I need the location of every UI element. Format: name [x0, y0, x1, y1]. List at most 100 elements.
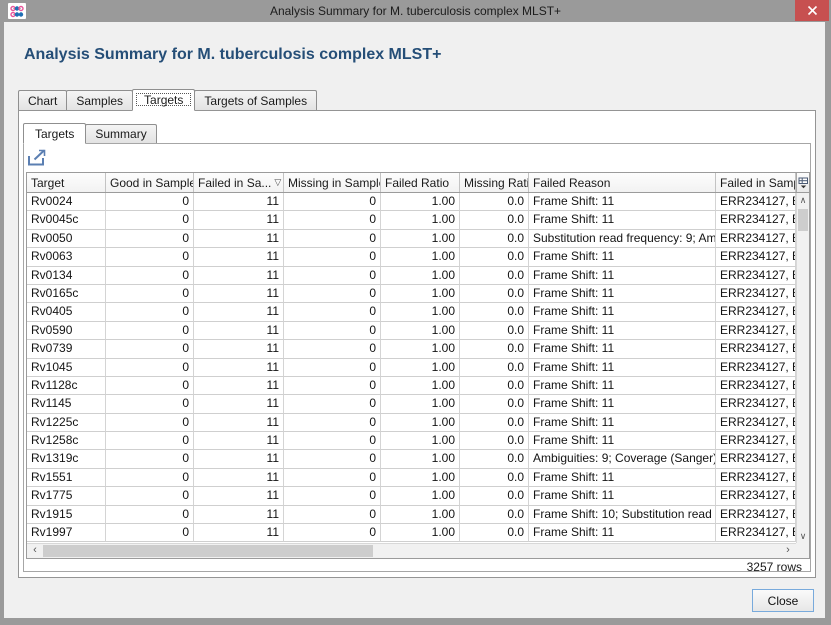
scroll-up-arrow-icon[interactable]: ∧ [797, 193, 809, 207]
table-row[interactable]: Rv002401101.000.0Frame Shift: 11ERR23412… [27, 193, 796, 211]
table-cell: 0.0 [460, 267, 529, 285]
table-row[interactable]: Rv199701101.000.0Frame Shift: 11ERR23412… [27, 524, 796, 542]
table-cell: 0.0 [460, 414, 529, 432]
table-cell: 0 [284, 450, 381, 468]
table-row[interactable]: Rv040501101.000.0Frame Shift: 11ERR23412… [27, 303, 796, 321]
tab-inner-summary[interactable]: Summary [85, 124, 156, 143]
table-cell: 0 [284, 377, 381, 395]
table-row[interactable]: Rv0045c01101.000.0Frame Shift: 11ERR2341… [27, 211, 796, 229]
table-cell: Frame Shift: 11 [529, 469, 716, 487]
table-row[interactable]: Rv104501101.000.0Frame Shift: 11ERR23412… [27, 359, 796, 377]
table-cell: ERR234127, ER. [716, 395, 796, 413]
column-header[interactable]: Target [27, 173, 106, 192]
table-cell: 0.0 [460, 303, 529, 321]
column-header[interactable]: Failed in Sample [716, 173, 796, 192]
tab-inner-targets[interactable]: Targets [23, 123, 86, 144]
table-cell: 1.00 [381, 487, 460, 505]
horizontal-scrollbar[interactable]: ‹ › [27, 543, 796, 558]
table-cell: 0 [106, 322, 194, 340]
column-header[interactable]: Good in Samples [106, 173, 194, 192]
table-row[interactable]: Rv059001101.000.0Frame Shift: 11ERR23412… [27, 322, 796, 340]
table-cell: 11 [194, 469, 284, 487]
targets-table: TargetGood in SamplesFailed in Sa...▽Mis… [26, 172, 810, 559]
table-cell: Rv1258c [27, 432, 106, 450]
table-row[interactable]: Rv1319c01101.000.0Ambiguities: 9; Covera… [27, 450, 796, 468]
table-cell: 11 [194, 487, 284, 505]
table-cell: 11 [194, 414, 284, 432]
table-cell: Frame Shift: 11 [529, 377, 716, 395]
vertical-scrollbar-thumb[interactable] [798, 209, 808, 231]
table-cell: Rv0045c [27, 211, 106, 229]
column-header[interactable]: Failed in Sa...▽ [194, 173, 284, 192]
table-cell: ERR234127, ER. [716, 377, 796, 395]
table-row[interactable]: Rv073901101.000.0Frame Shift: 11ERR23412… [27, 340, 796, 358]
table-row[interactable]: Rv177501101.000.0Frame Shift: 11ERR23412… [27, 487, 796, 505]
table-cell: 1.00 [381, 193, 460, 211]
column-chooser-button[interactable] [796, 173, 809, 192]
table-cell: 11 [194, 359, 284, 377]
table-cell: 1.00 [381, 359, 460, 377]
table-cell: Rv1915 [27, 506, 106, 524]
table-row[interactable]: Rv155101101.000.0Frame Shift: 11ERR23412… [27, 469, 796, 487]
column-header-label: Failed in Sample [720, 176, 796, 190]
export-table-button[interactable] [27, 148, 53, 168]
table-cell: ERR234127, ER. [716, 248, 796, 266]
table-cell: 0 [106, 524, 194, 542]
column-header[interactable]: Failed Ratio [381, 173, 460, 192]
analysis-summary-window: Analysis Summary for M. tuberculosis com… [0, 0, 831, 625]
horizontal-scrollbar-thumb[interactable] [43, 545, 373, 557]
tab-samples[interactable]: Samples [66, 90, 133, 110]
tab-chart[interactable]: Chart [18, 90, 67, 110]
table-cell: 11 [194, 340, 284, 358]
table-row[interactable]: Rv191501101.000.0Frame Shift: 10; Substi… [27, 506, 796, 524]
table-row[interactable]: Rv1128c01101.000.0Frame Shift: 11ERR2341… [27, 377, 796, 395]
table-cell: 1.00 [381, 450, 460, 468]
column-header[interactable]: Missing in Samples [284, 173, 381, 192]
tab-targets[interactable]: Targets [132, 89, 195, 111]
table-cell: 0 [106, 506, 194, 524]
tab-targets-of-samples[interactable]: Targets of Samples [194, 90, 317, 110]
table-row[interactable]: Rv1225c01101.000.0Frame Shift: 11ERR2341… [27, 414, 796, 432]
table-cell: 0.0 [460, 285, 529, 303]
table-cell: 11 [194, 450, 284, 468]
column-header-label: Missing Ratio [464, 176, 529, 190]
table-row[interactable]: Rv1258c01101.000.0Frame Shift: 11ERR2341… [27, 432, 796, 450]
table-row[interactable]: Rv005001101.000.0Substitution read frequ… [27, 230, 796, 248]
tab-chart-label: Chart [28, 94, 57, 108]
table-cell: 11 [194, 211, 284, 229]
table-row[interactable]: Rv0165c01101.000.0Frame Shift: 11ERR2341… [27, 285, 796, 303]
scroll-right-arrow-icon[interactable]: › [781, 544, 795, 558]
table-cell: Frame Shift: 11 [529, 211, 716, 229]
column-header-label: Failed Reason [533, 176, 610, 190]
table-cell: 0 [106, 303, 194, 321]
vertical-scrollbar[interactable]: ∧ ∨ [796, 193, 809, 543]
table-cell: 0.0 [460, 487, 529, 505]
table-cell: 1.00 [381, 322, 460, 340]
column-chooser-icon [798, 177, 809, 189]
table-cell: ERR234127, ER. [716, 267, 796, 285]
close-button[interactable]: Close [752, 589, 814, 612]
table-cell: 0 [284, 414, 381, 432]
table-row[interactable]: Rv013401101.000.0Frame Shift: 11ERR23412… [27, 267, 796, 285]
column-header[interactable]: Missing Ratio [460, 173, 529, 192]
table-row[interactable]: Rv006301101.000.0Frame Shift: 11ERR23412… [27, 248, 796, 266]
column-header-label: Good in Samples [110, 176, 194, 190]
table-cell: Frame Shift: 11 [529, 487, 716, 505]
table-cell: 0.0 [460, 524, 529, 542]
window-title: Analysis Summary for M. tuberculosis com… [60, 0, 771, 22]
window-close-button[interactable] [795, 0, 829, 21]
table-cell: 0 [284, 285, 381, 303]
table-cell: Frame Shift: 11 [529, 322, 716, 340]
titlebar[interactable]: Analysis Summary for M. tuberculosis com… [0, 0, 831, 22]
table-cell: 0 [106, 432, 194, 450]
table-cell: 1.00 [381, 432, 460, 450]
table-cell: ERR234127, ER. [716, 303, 796, 321]
table-cell: 1.00 [381, 248, 460, 266]
column-header[interactable]: Failed Reason [529, 173, 716, 192]
scroll-down-arrow-icon[interactable]: ∨ [797, 529, 809, 543]
scroll-left-arrow-icon[interactable]: ‹ [28, 544, 42, 558]
table-cell: 0 [106, 487, 194, 505]
table-cell: Rv0405 [27, 303, 106, 321]
table-cell: 11 [194, 322, 284, 340]
table-row[interactable]: Rv114501101.000.0Frame Shift: 11ERR23412… [27, 395, 796, 413]
